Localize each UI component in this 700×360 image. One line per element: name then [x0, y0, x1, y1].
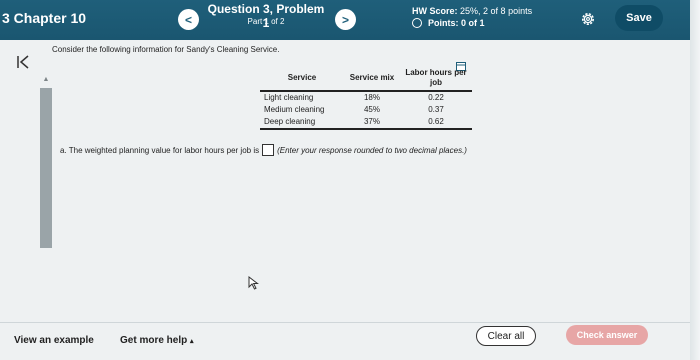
get-more-help-label: Get more help: [120, 335, 188, 346]
right-edge-strip: [690, 0, 700, 360]
table-cell: 18%: [363, 93, 380, 102]
chapter-title[interactable]: 3 Chapter 10: [2, 10, 86, 26]
hw-score-label: HW Score:: [412, 6, 458, 16]
next-question-button[interactable]: >: [335, 9, 356, 30]
hw-score-value: 25%, 2 of 8 points: [460, 6, 533, 16]
table-cell: Deep cleaning: [260, 116, 344, 130]
left-scrollbar[interactable]: [40, 88, 52, 248]
table-row: Deep cleaning 37% 0.62: [260, 116, 472, 130]
chevron-right-icon: >: [341, 12, 349, 27]
clear-all-button[interactable]: Clear all: [476, 326, 536, 346]
top-header: 3 Chapter 10 < Question 3, Problem 1 Par…: [0, 0, 700, 40]
table-cell: 45%: [363, 105, 380, 114]
mouse-cursor-icon: [248, 275, 260, 290]
answer-input[interactable]: [262, 144, 275, 156]
chevron-left-icon: <: [184, 12, 192, 27]
service-table: Service Service mix Labor hours per job …: [260, 66, 472, 130]
view-example-link[interactable]: View an example: [14, 335, 94, 346]
previous-question-button[interactable]: <: [178, 9, 199, 30]
question-part: Part 1 of 2: [247, 17, 285, 26]
save-button[interactable]: Save: [615, 5, 663, 31]
table-cell: 37%: [344, 116, 400, 130]
table-cell: 0.22: [428, 93, 444, 102]
question-hint: (Enter your response rounded to two deci…: [277, 145, 467, 155]
table-row: Medium cleaning 45% 0.37: [260, 104, 472, 116]
caret-up-icon: ▴: [190, 338, 194, 345]
question-line: a. The weighted planning value for labor…: [60, 144, 467, 156]
table-cell: Light cleaning: [264, 93, 314, 102]
hw-score: HW Score: 25%, 2 of 8 points: [412, 6, 532, 17]
collapse-left-icon[interactable]: [16, 54, 34, 70]
table-header-service-mix: Service mix: [344, 66, 400, 92]
table-header-labor-hours: Labor hours per job: [400, 66, 472, 92]
table-row: Light cleaning 18% 0.22: [260, 91, 472, 104]
points-circle-icon: [412, 18, 422, 28]
question-prefix: a. The weighted planning value for labor…: [60, 145, 260, 155]
table-header-service: Service: [260, 66, 344, 92]
points-text: Points: 0 of 1: [428, 18, 485, 28]
get-more-help-link[interactable]: Get more help ▴: [120, 335, 194, 346]
table-cell: 0.37: [428, 105, 444, 114]
footer-divider: [0, 322, 700, 323]
problem-intro: Consider the following information for S…: [52, 45, 280, 54]
settings-gear-icon[interactable]: [578, 9, 598, 29]
table-cell: Medium cleaning: [264, 105, 325, 114]
table-cell: 0.62: [400, 116, 472, 130]
check-answer-button[interactable]: Check answer: [566, 325, 648, 345]
scroll-up-arrow-icon[interactable]: ▲: [40, 76, 52, 86]
points-status: Points: 0 of 1: [412, 18, 485, 28]
